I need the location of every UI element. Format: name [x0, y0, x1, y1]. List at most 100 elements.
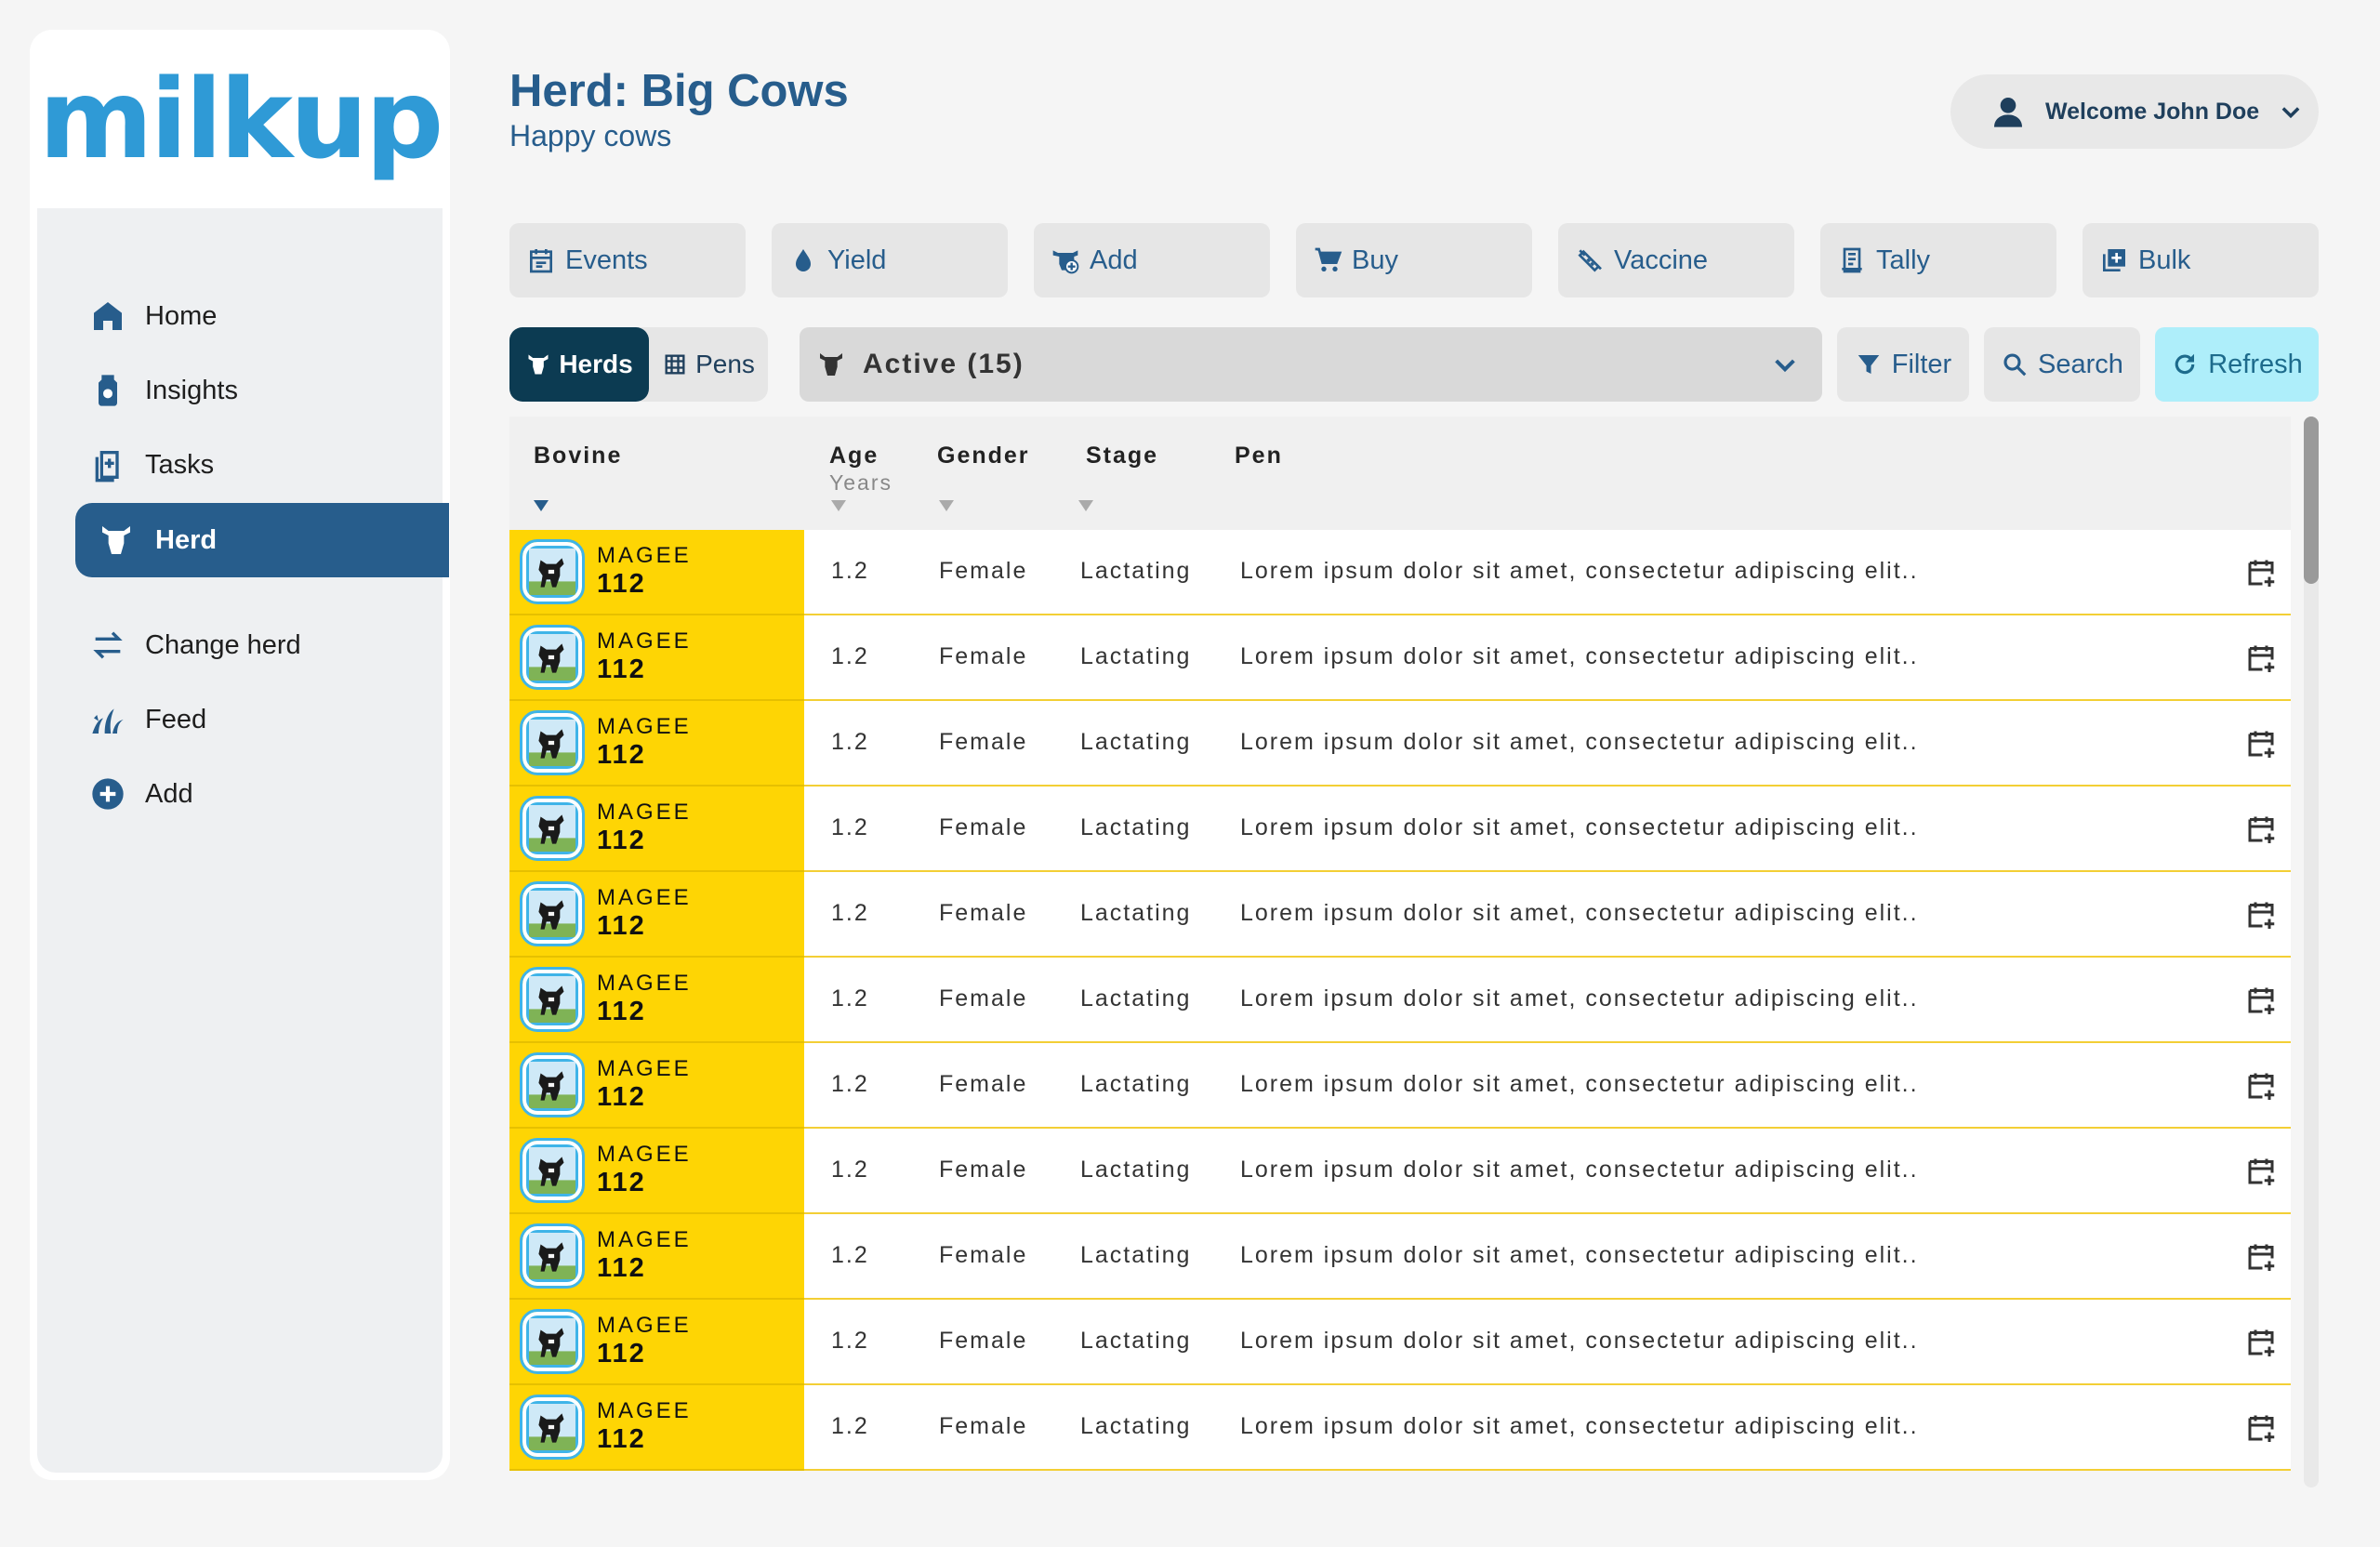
calendar-add-icon[interactable]	[2244, 898, 2278, 932]
sidebar-item-herd[interactable]: Herd	[75, 503, 449, 577]
gender-cell: Female	[939, 558, 1028, 584]
tally-button[interactable]: Tally	[1820, 223, 2056, 298]
sidebar-item-home[interactable]: Home	[89, 286, 217, 346]
search-label: Search	[2038, 349, 2123, 379]
gender-cell: Female	[939, 729, 1028, 755]
scrollbar-thumb[interactable]	[2304, 416, 2319, 584]
vaccine-button[interactable]: Vaccine	[1558, 223, 1794, 298]
calendar-add-icon[interactable]	[2244, 1411, 2278, 1445]
table-row[interactable]: MAGEE 112 1.2 Female Lactating Lorem ipsum do…	[509, 787, 2291, 872]
gender-cell: Female	[939, 1328, 1028, 1354]
bovine-name: MAGEE	[597, 1142, 692, 1167]
calendar-add-icon[interactable]	[2244, 1240, 2278, 1274]
bovine-cell[interactable]: MAGEE 112	[509, 1129, 804, 1214]
calendar-add-icon[interactable]	[2244, 641, 2278, 675]
table-row[interactable]: MAGEE 112 1.2 Female Lactating Lorem ipsum do…	[509, 615, 2291, 701]
table-row[interactable]: MAGEE 112 1.2 Female Lactating Lorem ipsum do…	[509, 958, 2291, 1043]
bovine-cell[interactable]: MAGEE 112	[509, 1043, 804, 1129]
calendar-add-icon[interactable]	[2244, 1069, 2278, 1103]
pen-cell: Lorem ipsum dolor sit amet, consectetur …	[1240, 1242, 1919, 1268]
bovine-cell[interactable]: MAGEE 112	[509, 1214, 804, 1300]
cow-icon	[529, 1318, 575, 1365]
calendar-add-icon[interactable]	[2244, 1326, 2278, 1359]
cart-icon	[1315, 247, 1342, 271]
column-header-gender[interactable]: Gender	[937, 443, 1030, 469]
table-row[interactable]: MAGEE 112 1.2 Female Lactating Lorem ipsum do…	[509, 530, 2291, 615]
stage-cell: Lactating	[1080, 643, 1192, 669]
add-label: Add	[1090, 245, 1138, 275]
age-cell: 1.2	[831, 558, 869, 584]
pen-cell: Lorem ipsum dolor sit amet, consectetur …	[1240, 558, 1919, 584]
calendar-add-icon[interactable]	[2244, 1155, 2278, 1188]
stage-cell: Lactating	[1080, 1071, 1192, 1097]
column-header-bovine[interactable]: Bovine	[534, 443, 622, 469]
table-row[interactable]: MAGEE 112 1.2 Female Lactating Lorem ipsum do…	[509, 1129, 2291, 1214]
table-row[interactable]: MAGEE 112 1.2 Female Lactating Lorem ipsum do…	[509, 1385, 2291, 1471]
sidebar-item-insights[interactable]: Insights	[89, 361, 238, 420]
pens-toggle[interactable]: Pens	[649, 327, 768, 402]
pen-cell: Lorem ipsum dolor sit amet, consectetur …	[1240, 643, 1919, 669]
sidebar-nav: Home Insights Tasks Herd Change herd Fee…	[37, 208, 449, 1473]
calendar-add-icon[interactable]	[2244, 813, 2278, 846]
gender-cell: Female	[939, 900, 1028, 926]
herds-toggle[interactable]: Herds	[509, 327, 649, 402]
table-row[interactable]: MAGEE 112 1.2 Female Lactating Lorem ipsum do…	[509, 1214, 2291, 1300]
status-select[interactable]: Active (15)	[800, 327, 1822, 402]
table-row[interactable]: MAGEE 112 1.2 Female Lactating Lorem ipsum do…	[509, 701, 2291, 787]
sidebar-item-tasks[interactable]: Tasks	[89, 435, 214, 495]
cow-icon	[529, 976, 575, 1023]
calendar-add-icon[interactable]	[2244, 984, 2278, 1017]
sidebar: milkup Home Insights Tasks Herd Change h…	[30, 30, 450, 1480]
bovine-cell[interactable]: MAGEE 112	[509, 958, 804, 1043]
column-header-stage[interactable]: Stage	[1086, 443, 1158, 469]
stage-cell: Lactating	[1080, 558, 1192, 584]
yield-button[interactable]: Yield	[772, 223, 1008, 298]
bovine-cell[interactable]: MAGEE 112	[509, 701, 804, 787]
pens-toggle-label: Pens	[695, 350, 755, 378]
bovine-cell[interactable]: MAGEE 112	[509, 787, 804, 872]
logo[interactable]: milkup	[30, 30, 450, 208]
bovine-avatar	[520, 539, 585, 604]
refresh-icon	[2175, 353, 2195, 375]
table-row[interactable]: MAGEE 112 1.2 Female Lactating Lorem ipsum do…	[509, 872, 2291, 958]
bulk-button[interactable]: Bulk	[2082, 223, 2319, 298]
cow-icon	[529, 805, 575, 852]
filter-icon	[1858, 355, 1880, 374]
grid-icon	[665, 354, 685, 375]
table-row[interactable]: MAGEE 112 1.2 Female Lactating Lorem ipsum do…	[509, 1300, 2291, 1385]
sidebar-item-feed[interactable]: Feed	[89, 690, 206, 749]
bovine-number: 112	[597, 654, 646, 684]
column-header-pen[interactable]: Pen	[1235, 443, 1283, 469]
column-header-age[interactable]: Age	[829, 443, 879, 469]
sidebar-item-change-herd[interactable]: Change herd	[89, 615, 301, 675]
events-button[interactable]: Events	[509, 223, 746, 298]
sort-arrow-icon[interactable]	[939, 500, 954, 511]
bovine-cell[interactable]: MAGEE 112	[509, 1385, 804, 1471]
sidebar-item-label: Feed	[145, 704, 207, 734]
sort-arrow-icon[interactable]	[534, 500, 549, 511]
bovine-avatar	[520, 1395, 585, 1460]
bovine-name: MAGEE	[597, 1056, 692, 1081]
calendar-add-icon[interactable]	[2244, 727, 2278, 760]
filter-button[interactable]: Filter	[1837, 327, 1969, 402]
add-button[interactable]: Add	[1034, 223, 1270, 298]
age-cell: 1.2	[831, 643, 869, 669]
age-cell: 1.2	[831, 1328, 869, 1354]
bovine-cell[interactable]: MAGEE 112	[509, 530, 804, 615]
table-row[interactable]: MAGEE 112 1.2 Female Lactating Lorem ipsum do…	[509, 1043, 2291, 1129]
sidebar-item-label: Insights	[145, 375, 238, 405]
search-button[interactable]: Search	[1984, 327, 2140, 402]
calendar-add-icon[interactable]	[2244, 556, 2278, 589]
bovine-avatar	[520, 967, 585, 1032]
herd-icon	[820, 353, 842, 376]
buy-button[interactable]: Buy	[1296, 223, 1532, 298]
bovine-cell[interactable]: MAGEE 112	[509, 872, 804, 958]
column-header-age-unit: Years	[829, 470, 892, 495]
bovine-cell[interactable]: MAGEE 112	[509, 1300, 804, 1385]
sidebar-item-add[interactable]: Add	[89, 764, 193, 824]
refresh-button[interactable]: Refresh	[2155, 327, 2319, 402]
sort-arrow-icon[interactable]	[831, 500, 846, 511]
bovine-cell[interactable]: MAGEE 112	[509, 615, 804, 701]
sort-arrow-icon[interactable]	[1078, 500, 1093, 511]
user-menu-button[interactable]: Welcome John Doe	[1950, 74, 2319, 149]
